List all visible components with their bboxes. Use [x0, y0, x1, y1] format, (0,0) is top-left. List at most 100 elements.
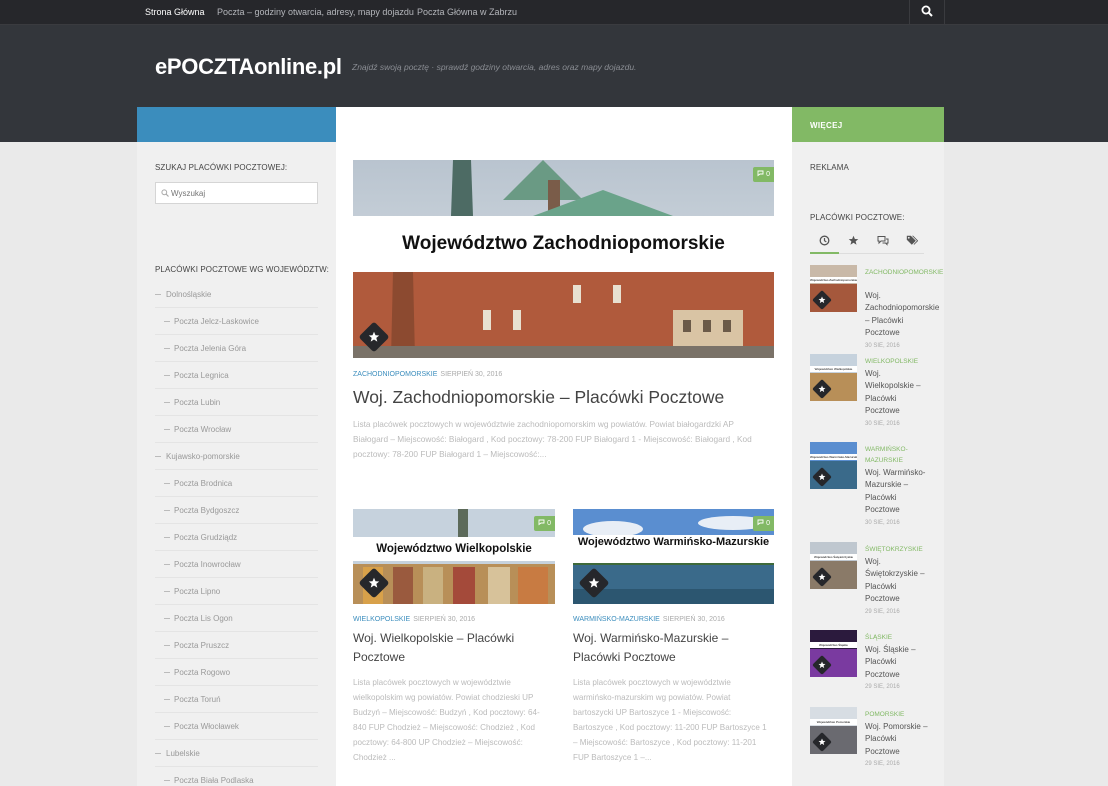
featured-thumbnail[interactable]: Województwo Zachodniopomorskie 0 [353, 160, 774, 358]
post-office-item[interactable]: Poczta Grudziądz [155, 524, 318, 551]
recent-post-title[interactable]: Woj. Zachodniopomorskie – Placówki Poczt… [865, 290, 939, 340]
post-office-item[interactable]: Poczta Toruń [155, 686, 318, 713]
post-meta-wielkopolskie: WIELKOPOLSKIE SIERPIEŃ 30, 2016 [353, 616, 475, 623]
recent-post-star-badge [812, 655, 832, 675]
recent-post-thumbnail[interactable]: Województwo Pomorskie [810, 707, 857, 754]
main-content: Województwo Zachodniopomorskie 0 ZACHODN… [336, 142, 792, 786]
star-icon [368, 331, 380, 342]
post-office-item[interactable]: Poczta Legnica [155, 362, 318, 389]
tab-tags[interactable] [897, 230, 926, 254]
recent-post-category[interactable]: POMORSKIE [865, 709, 930, 720]
recent-post-thumbnail-banner: Województwo Śląskie [810, 642, 857, 648]
recent-post-date: 30 SIE, 2016 [865, 420, 900, 427]
featured-post-title[interactable]: Woj. Zachodniopomorskie – Placówki Poczt… [353, 386, 774, 409]
featured-banner-text: Województwo Zachodniopomorskie [353, 216, 774, 272]
posts-widget-title: PLACÓWKI POCZTOWE: [810, 213, 905, 222]
comment-count-badge[interactable]: 0 [534, 516, 555, 531]
recent-post-star-badge [812, 567, 832, 587]
recent-post-title[interactable]: Woj. Świętokrzyskie – Placówki Pocztowe [865, 556, 931, 606]
post-office-item[interactable]: Poczta Brodnica [155, 470, 318, 497]
search-icon [161, 189, 169, 197]
recent-post-date: 29 SIE, 2016 [865, 761, 900, 768]
comment-count-badge[interactable]: 0 [753, 167, 774, 182]
recent-post-thumbnail-banner: Województwo Wielkopolskie [810, 366, 857, 372]
search-box[interactable] [155, 182, 318, 204]
post-office-item[interactable]: Poczta Lipno [155, 578, 318, 605]
category-link[interactable]: WARMIŃSKO-MAZURSKIE [573, 616, 660, 623]
recent-post-category[interactable]: WARMIŃSKO-MAZURSKIE [865, 444, 930, 466]
recent-post-item: Województwo Wielkopolskie WIELKOPOLSKIE Wo… [810, 354, 930, 434]
tab-comments[interactable] [868, 230, 897, 254]
recent-post-thumbnail[interactable]: Województwo Śląskie [810, 630, 857, 677]
post-thumbnail-warminsko-mazurskie[interactable]: Województwo Warmińsko-Mazurskie 0 [573, 509, 774, 604]
recent-post-category[interactable]: ŚWIĘTOKRZYSKIE [865, 544, 930, 555]
regions-widget-title: PLACÓWKI POCZTOWE WG WOJEWÓDZTW: [155, 265, 330, 274]
tab-popular[interactable] [839, 230, 868, 254]
recent-post-thumbnail[interactable]: Województwo Zachodniopomorskie [810, 265, 857, 312]
search-toggle-button[interactable] [909, 0, 945, 24]
recent-post-item: Województwo Pomorskie POMORSKIE Woj. Pomor… [810, 707, 930, 786]
site-title[interactable]: ePOCZTAonline.pl [155, 54, 342, 80]
post-thumbnail-wielkopolskie[interactable]: Województwo Wielkopolskie 0 [353, 509, 555, 604]
recent-post-date: 29 SIE, 2016 [865, 608, 900, 615]
nav-item-zabrze[interactable]: Poczta Główna w Zabrzu [417, 0, 517, 24]
recent-post-date: 30 SIE, 2016 [865, 519, 900, 526]
post-office-item[interactable]: Poczta Wrocław [155, 416, 318, 443]
region-item[interactable]: Kujawsko-pomorskie [155, 443, 318, 470]
featured-date: SIERPIEŃ 30, 2016 [440, 371, 503, 378]
post-title-wielkopolskie[interactable]: Woj. Wielkopolskie – Placówki Pocztowe [353, 629, 553, 667]
post-office-item[interactable]: Poczta Włocławek [155, 713, 318, 740]
recent-post-thumbnail-banner: Województwo Pomorskie [810, 719, 857, 725]
star-icon [818, 738, 826, 746]
star-icon [818, 473, 826, 481]
post-office-item[interactable]: Poczta Lis Ogon [155, 605, 318, 632]
post-date: SIERPIEŃ 30, 2016 [662, 616, 725, 623]
recent-post-thumbnail[interactable]: Województwo Warmińsko-Mazurskie [810, 442, 857, 489]
post-excerpt-wielkopolskie: Lista placówek pocztowych w województwie… [353, 678, 540, 762]
category-link[interactable]: WIELKOPOLSKIE [353, 616, 410, 623]
post-title-warminsko-mazurskie[interactable]: Woj. Warmińsko-Mazurskie – Placówki Pocz… [573, 629, 773, 667]
tab-recent[interactable] [810, 230, 839, 254]
star-icon [818, 573, 826, 581]
post-office-item[interactable]: Poczta Inowrocław [155, 551, 318, 578]
post-office-item[interactable]: Poczta Rogowo [155, 659, 318, 686]
post-office-item[interactable]: Poczta Pruszcz [155, 632, 318, 659]
recent-post-title[interactable]: Woj. Pomorskie – Placówki Pocztowe [865, 721, 931, 758]
right-sidebar-header[interactable]: WIĘCEJ [792, 107, 944, 142]
search-input[interactable] [171, 186, 311, 200]
recent-post-star-badge [812, 467, 832, 487]
recent-post-star-badge [812, 379, 832, 399]
post-office-item[interactable]: Poczta Bydgoszcz [155, 497, 318, 524]
post-banner-wielkopolskie: Województwo Wielkopolskie [353, 537, 555, 561]
recent-post-thumbnail[interactable]: Województwo Świętokrzyskie [810, 542, 857, 589]
recent-post-title[interactable]: Woj. Wielkopolskie – Placówki Pocztowe [865, 368, 931, 418]
recent-post-category[interactable]: ZACHODNIOPOMORSKIE [865, 267, 943, 278]
post-office-item[interactable]: Poczta Biała Podlaska [155, 767, 318, 786]
region-item[interactable]: Dolnośląskie [155, 281, 318, 308]
star-icon [588, 577, 600, 588]
post-office-item[interactable]: Poczta Lubin [155, 389, 318, 416]
star-icon [818, 296, 826, 304]
search-widget-title: SZUKAJ PLACÓWKI POCZTOWEJ: [155, 163, 288, 172]
recent-post-item: Województwo Świętokrzyskie ŚWIĘTOKRZYSKIE… [810, 542, 930, 622]
recent-post-title[interactable]: Woj. Warmińsko-Mazurskie – Placówki Pocz… [865, 467, 931, 517]
nav-item-home[interactable]: Strona Główna [145, 0, 205, 24]
comments-icon [538, 519, 545, 526]
comments-icon [757, 519, 764, 526]
star-icon [368, 577, 380, 588]
region-item[interactable]: Lubelskie [155, 740, 318, 767]
recent-post-star-badge [812, 732, 832, 752]
left-sidebar: SZUKAJ PLACÓWKI POCZTOWEJ: PLACÓWKI POCZ… [137, 142, 336, 786]
nav-item-post-offices[interactable]: Poczta – godziny otwarcia, adresy, mapy … [217, 0, 414, 24]
recent-post-title[interactable]: Woj. Śląskie – Placówki Pocztowe [865, 644, 931, 681]
recent-post-thumbnail[interactable]: Województwo Wielkopolskie [810, 354, 857, 401]
ad-widget-title: REKLAMA [810, 163, 849, 172]
comment-count-badge[interactable]: 0 [753, 516, 774, 531]
recent-post-category[interactable]: ŚLĄSKIE [865, 632, 930, 643]
post-office-item[interactable]: Poczta Jelcz-Laskowice [155, 308, 318, 335]
recent-post-category[interactable]: WIELKOPOLSKIE [865, 356, 930, 367]
comments-icon [757, 170, 764, 177]
post-office-item[interactable]: Poczta Jelenia Góra [155, 335, 318, 362]
featured-category-link[interactable]: ZACHODNIOPOMORSKIE [353, 371, 437, 378]
posts-tabs [810, 230, 924, 254]
